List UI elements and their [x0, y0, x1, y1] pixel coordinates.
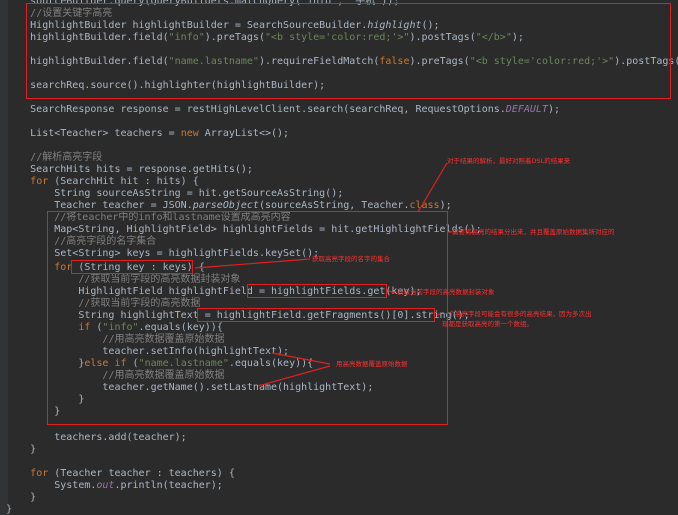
note-field-object: 获取当前字段的高亮数据封装对象	[397, 288, 495, 296]
note-highlight-results: 需要将高亮的结果分出来，并且覆盖原始数据集所对应的	[452, 228, 615, 236]
note-field-names: 获取高亮字段的名字的集合	[312, 255, 390, 263]
note-fragments-2: 现都是获取高亮的第一个数组。	[442, 320, 533, 328]
note-replace-data: 用高亮数据覆盖原始数据	[336, 360, 408, 368]
code-editor-screenshot: sourceBuilder.query(QueryBuilders.matchQ…	[0, 0, 678, 515]
note-fragments: 一个高亮字段可能会有很多的高亮结果，因为多次出	[442, 310, 592, 318]
note-result-parse: 对于结果的解析，最好对照着DSL的结果来	[447, 157, 571, 165]
